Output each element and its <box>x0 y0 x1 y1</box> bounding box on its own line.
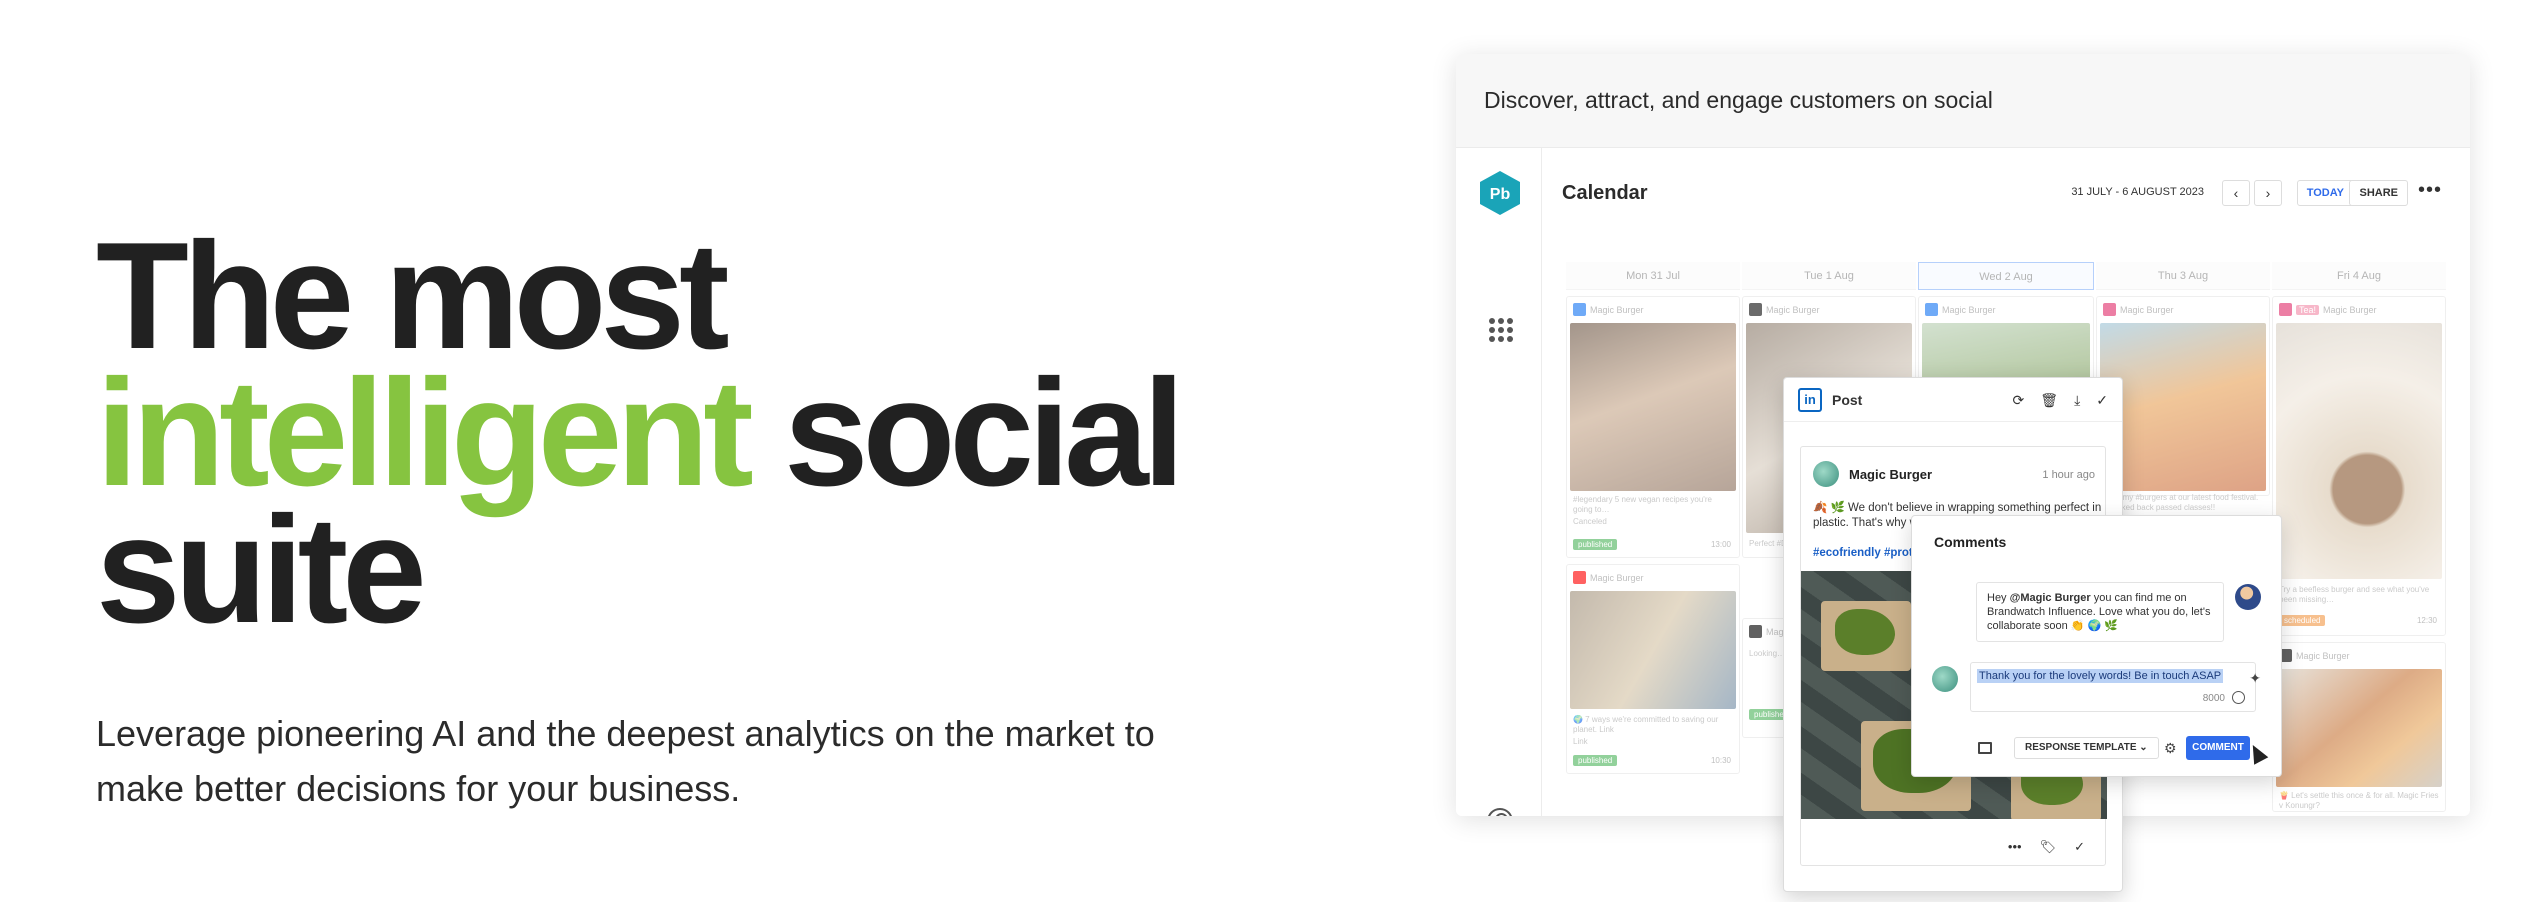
day-header-mon: Mon 31 Jul <box>1566 262 1740 290</box>
more-icon[interactable]: ••• <box>2008 839 2022 855</box>
date-range: 31 JULY - 6 AUGUST 2023 <box>2071 186 2204 198</box>
card-account: Magic Burger <box>1942 304 1996 315</box>
facebook-icon <box>1925 303 1938 316</box>
card-caption: #yummy #burgers at our latest food festi… <box>2103 493 2259 512</box>
post-thumbnail <box>2100 323 2266 491</box>
card-caption: Try a beefless burger and see what you'v… <box>2279 585 2430 604</box>
reply-input[interactable]: Thank you for the lovely words! Be in to… <box>1970 662 2256 712</box>
post-panel-title: Post <box>1832 391 1863 408</box>
approve-icon[interactable]: ✓ <box>2074 839 2085 855</box>
post-thumbnail <box>2276 323 2442 579</box>
post-panel-header: in Post ⟳ 🗑 ⤓ ✓ <box>1784 378 2122 422</box>
card-time: 10:30 <box>1710 756 1731 765</box>
check-icon[interactable]: ✓ <box>2096 392 2108 409</box>
image-icon[interactable] <box>1978 742 1992 754</box>
card-account: Magic Burger <box>1766 304 1820 315</box>
x-icon <box>1749 625 1762 638</box>
day-header-tue: Tue 1 Aug <box>1742 262 1916 290</box>
gear-icon[interactable]: ⚙ <box>2164 740 2177 757</box>
reply-text: Thank you for the lovely words! Be in to… <box>1977 669 2224 683</box>
card-time: 13:00 <box>1710 540 1731 549</box>
subheadline: Leverage pioneering AI and the deepest a… <box>96 706 1156 816</box>
instagram-icon <box>2279 303 2292 316</box>
post-thumbnail <box>1570 591 1736 709</box>
post-thumbnail <box>2276 669 2442 787</box>
emoji-icon[interactable] <box>2232 691 2245 704</box>
comments-panel: Comments Hey @Magic Burger you can find … <box>1911 515 2282 777</box>
side-rail: Pb <box>1456 148 1542 816</box>
post-card[interactable]: Magic Burger 🍟 Let's settle this once & … <box>2272 642 2446 812</box>
card-account: Magic Burger <box>1590 304 1644 315</box>
youtube-icon <box>1573 571 1586 584</box>
linkedin-icon: in <box>1798 387 1822 412</box>
card-account: Magic Burger <box>1590 572 1644 583</box>
template-label: RESPONSE TEMPLATE <box>2025 742 2137 753</box>
post-card[interactable]: Magic Burger #legendary 5 new vegan reci… <box>1566 296 1740 558</box>
card-account: Magic Burger <box>2120 304 2174 315</box>
chevron-down-icon: ⌄ <box>2139 742 2148 753</box>
comments-title: Comments <box>1934 534 2007 550</box>
card-account: Magic Burger <box>2296 650 2350 661</box>
brand-avatar <box>1932 666 1958 692</box>
tiktok-icon <box>1749 303 1762 316</box>
next-week-button[interactable]: › <box>2254 180 2282 206</box>
trash-icon[interactable]: 🗑 <box>2040 392 2058 409</box>
post-card[interactable]: Magic Burger 🌍 7 ways we're committed to… <box>1566 564 1740 774</box>
download-icon[interactable]: ⤓ <box>2074 392 2080 409</box>
day-header-wed: Wed 2 Aug <box>1918 262 2094 290</box>
share-button[interactable]: SHARE <box>2349 180 2408 206</box>
prev-week-button[interactable]: ‹ <box>2222 180 2250 206</box>
today-button[interactable]: TODAY <box>2296 180 2354 206</box>
day-header-thu: Thu 3 Aug <box>2096 262 2270 290</box>
tag-icon[interactable]: 🏷 <box>2040 839 2057 855</box>
post-thumbnail <box>1570 323 1736 491</box>
headline: The most intelligent social suite <box>96 211 1196 655</box>
instagram-icon <box>2103 303 2116 316</box>
calendar-header: Calendar 31 JULY - 6 AUGUST 2023 ‹ › TOD… <box>1542 148 2470 238</box>
headline-line-2-rest: social <box>747 348 1185 518</box>
subheadline-line-2: make better decisions for your business. <box>96 768 741 809</box>
headline-line-3: suite <box>96 485 427 655</box>
card-meta: Link <box>1573 737 1588 746</box>
app-tagline: Discover, attract, and engage customers … <box>1456 54 2470 148</box>
pb-logo-icon[interactable]: Pb <box>1479 170 1521 216</box>
incoming-comment: Hey @Magic Burger you can find me on Bra… <box>1976 582 2224 642</box>
character-count: 8000 <box>2202 693 2225 704</box>
post-card[interactable]: Tea! Magic Burger Try a beefless burger a… <box>2272 296 2446 636</box>
subheadline-line-1: Leverage pioneering AI and the deepest a… <box>96 713 1155 754</box>
headline-line-2: intelligent social <box>96 357 1196 509</box>
refresh-icon[interactable]: ⟳ <box>2013 392 2025 409</box>
logo-text: Pb <box>1490 186 1511 203</box>
comment-button[interactable]: COMMENT <box>2186 736 2250 760</box>
comment-text-pre: Hey <box>1987 592 2010 604</box>
card-caption: 🍟 Let's settle this once & for all. Magi… <box>2279 791 2439 810</box>
status-badge: scheduled <box>2279 615 2326 626</box>
card-caption: 🌍 7 ways we're committed to saving our p… <box>1573 715 1719 734</box>
commenter-avatar <box>2235 584 2261 610</box>
author-avatar <box>1813 461 1839 487</box>
card-account: Magic Burger <box>2323 304 2377 315</box>
day-header-fri: Fri 4 Aug <box>2272 262 2446 290</box>
tag-badge: Tea! <box>2296 304 2320 315</box>
ai-assist-icon[interactable]: ✦ <box>2249 670 2261 687</box>
facebook-icon <box>1573 303 1586 316</box>
status-badge: published <box>1573 539 1618 550</box>
card-time: 12:30 <box>2416 616 2437 625</box>
status-badge: published <box>1573 755 1618 766</box>
headline-line-1: The most <box>96 211 730 381</box>
more-options-icon[interactable]: ••• <box>2418 180 2442 200</box>
response-template-dropdown[interactable]: RESPONSE TEMPLATE ⌄ <box>2014 737 2159 759</box>
calendar-title: Calendar <box>1562 181 1648 204</box>
post-author: Magic Burger <box>1849 467 1933 482</box>
apps-grid-icon[interactable] <box>1489 318 1513 342</box>
post-time: 1 hour ago <box>2042 469 2095 481</box>
comment-mention: @Magic Burger <box>2009 592 2091 604</box>
card-meta: Canceled <box>1573 517 1607 526</box>
hero: The most intelligent social suite <box>96 211 1196 655</box>
user-profile-icon[interactable] <box>1487 808 1513 816</box>
card-caption: #legendary 5 new vegan recipes you're go… <box>1573 495 1712 514</box>
